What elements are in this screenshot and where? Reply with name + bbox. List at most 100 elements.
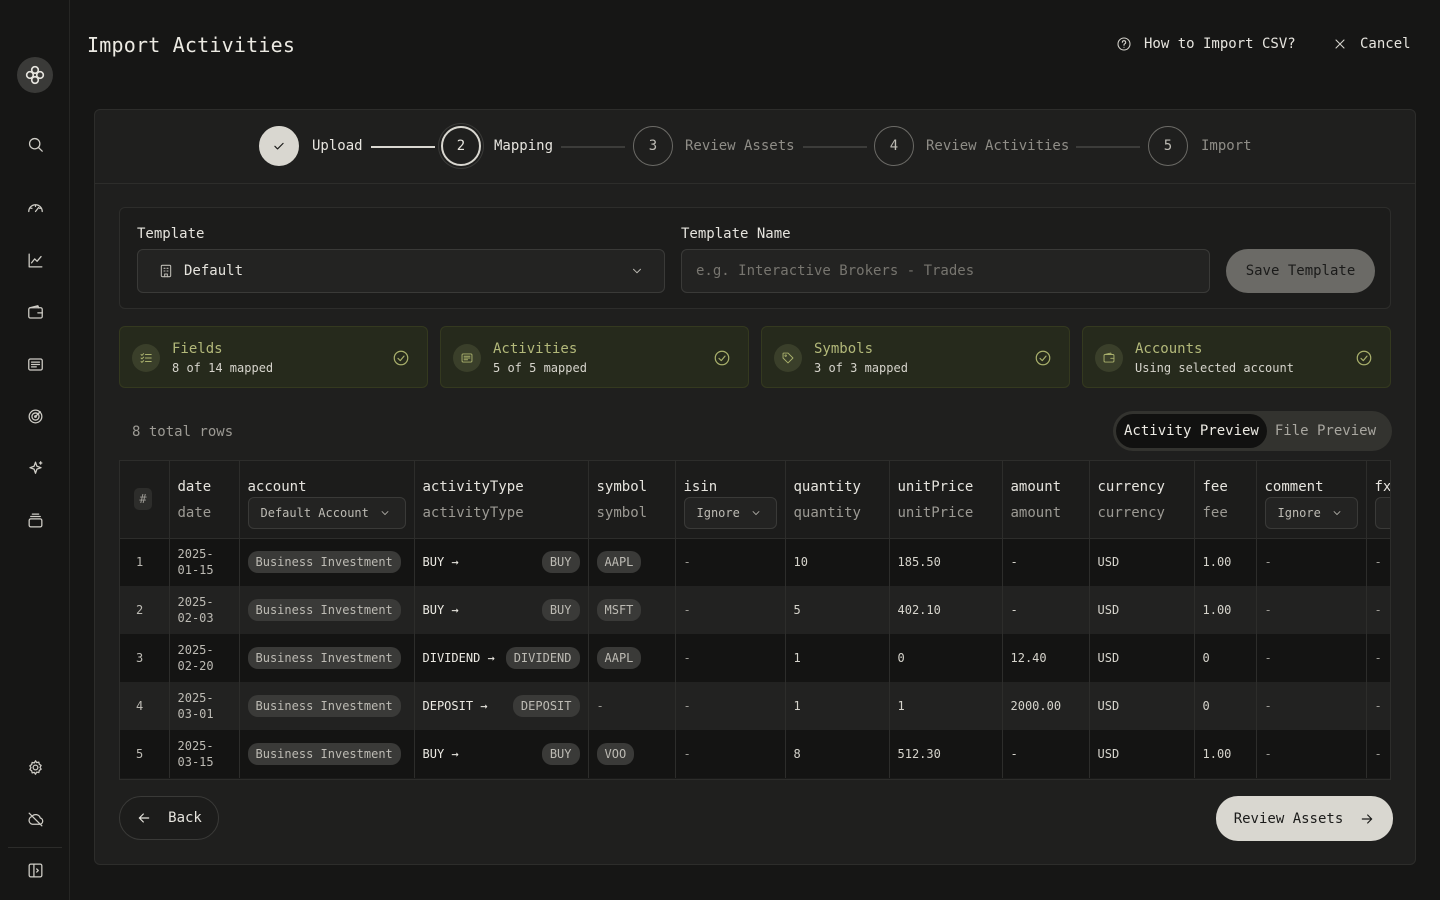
- wallet-icon[interactable]: [23, 300, 47, 324]
- step-connector: [1076, 146, 1140, 148]
- wallet-icon: [1095, 344, 1123, 372]
- dashboard-gauge-icon[interactable]: [23, 195, 47, 219]
- review-assets-button[interactable]: Review Assets: [1216, 796, 1393, 841]
- save-template-button[interactable]: Save Template: [1226, 249, 1375, 293]
- cell-index: 2: [120, 586, 170, 634]
- sidebar-divider: [8, 847, 62, 848]
- back-button[interactable]: Back: [119, 796, 219, 840]
- activity-type-badge: BUY: [541, 551, 580, 574]
- cell-comment: -: [1256, 730, 1367, 778]
- col-fx: fx: [1366, 461, 1391, 539]
- cell-account: Business Investment: [239, 634, 415, 682]
- column-mapping[interactable]: symbol: [597, 505, 648, 521]
- activity-list-icon[interactable]: [23, 352, 47, 376]
- cell-quantity: 1: [785, 634, 890, 682]
- table-row[interactable]: 3 2025-02-20 Business Investment DIVIDEND →…: [120, 634, 1390, 682]
- column-mapping[interactable]: date: [178, 505, 212, 521]
- symbol-badge: VOO: [596, 743, 635, 765]
- check-circle-icon: [392, 349, 410, 367]
- cloud-off-icon[interactable]: [23, 807, 47, 831]
- import-wizard-card: Upload 2 Mapping 3 Review Assets 4 Revie…: [94, 109, 1416, 865]
- step-label-review-activities: Review Activities: [926, 138, 1070, 154]
- template-name-input[interactable]: [681, 249, 1210, 293]
- target-icon[interactable]: [23, 404, 47, 428]
- cell-quantity: 1: [785, 682, 890, 730]
- table-header-row: # date date account Default Account acti…: [120, 461, 1391, 539]
- column-name: symbol: [596, 479, 648, 495]
- chevron-down-icon: [1333, 511, 1341, 516]
- column-mapping[interactable]: quantity: [794, 505, 861, 521]
- cell-date: 2025-02-20: [169, 634, 240, 682]
- help-link[interactable]: How to Import CSV?: [1116, 36, 1296, 52]
- summary-card-symbols[interactable]: Symbols 3 of 3 mapped: [761, 326, 1070, 388]
- cell-account: Business Investment: [239, 730, 415, 778]
- close-icon: [1335, 39, 1345, 49]
- app-logo[interactable]: [17, 57, 53, 93]
- table-row[interactable]: 5 2025-03-15 Business Investment BUY → BUY VO…: [120, 730, 1390, 778]
- summary-card-accounts[interactable]: Accounts Using selected account: [1082, 326, 1391, 388]
- summary-card-fields[interactable]: Fields 8 of 14 mapped: [119, 326, 428, 388]
- column-mapping[interactable]: currency: [1098, 505, 1165, 521]
- cell-currency: USD: [1089, 586, 1195, 634]
- cell-amount: -: [1002, 730, 1090, 778]
- cell-unit-price: 402.10: [889, 586, 1003, 634]
- col-isin: isin Ignore: [675, 461, 786, 539]
- sidebar-toggle-icon[interactable]: [23, 858, 47, 882]
- column-name: currency: [1097, 479, 1165, 495]
- fx-mapping-select[interactable]: [1374, 497, 1390, 529]
- account-mapping-select[interactable]: Default Account: [247, 497, 406, 529]
- isin-mapping-select[interactable]: Ignore: [683, 497, 777, 529]
- step-review-activities[interactable]: 4: [874, 126, 914, 166]
- template-section: Template Default Template Name Save Temp…: [119, 207, 1391, 309]
- cell-activity-type: BUY → BUY: [414, 538, 589, 586]
- cell-isin: -: [675, 538, 786, 586]
- template-select[interactable]: Default: [137, 249, 665, 293]
- cell-currency: USD: [1089, 682, 1195, 730]
- step-mapping[interactable]: 2: [441, 126, 481, 166]
- col-fee: fee fee: [1194, 461, 1257, 539]
- cell-amount: 12.40: [1002, 634, 1090, 682]
- step-label-import: Import: [1201, 138, 1252, 154]
- table-row[interactable]: 2 2025-02-03 Business Investment BUY → BUY MS…: [120, 586, 1390, 634]
- chart-line-icon[interactable]: [23, 248, 47, 272]
- table-row[interactable]: 4 2025-03-01 Business Investment DEPOSIT → D…: [120, 682, 1390, 730]
- cell-amount: 2000.00: [1002, 682, 1090, 730]
- step-upload-done[interactable]: [259, 126, 299, 166]
- chevron-down-icon: [752, 511, 760, 516]
- select-value: Ignore: [1277, 506, 1321, 520]
- column-mapping[interactable]: fee: [1203, 505, 1228, 521]
- cancel-button[interactable]: Cancel: [1332, 36, 1411, 52]
- column-mapping[interactable]: amount: [1011, 505, 1062, 521]
- summary-title: Activities: [493, 341, 578, 357]
- symbol-badge: MSFT: [596, 599, 642, 621]
- total-rows-text: 8 total rows: [132, 424, 234, 440]
- cancel-label: Cancel: [1360, 36, 1411, 52]
- cell-fee: 1.00: [1194, 730, 1257, 778]
- cell-date: 2025-01-15: [169, 538, 240, 586]
- tab-activity-preview[interactable]: Activity Preview: [1116, 414, 1267, 448]
- activity-raw: DEPOSIT →: [422, 699, 488, 713]
- step-import[interactable]: 5: [1148, 126, 1188, 166]
- step-label-upload: Upload: [312, 138, 363, 154]
- step-review-assets[interactable]: 3: [633, 126, 673, 166]
- comment-mapping-select[interactable]: Ignore: [1264, 497, 1358, 529]
- template-select-value: Default: [184, 263, 244, 279]
- sparkle-icon[interactable]: [23, 456, 47, 480]
- cell-index: 1: [120, 538, 170, 586]
- stack-icon[interactable]: [23, 508, 47, 532]
- column-mapping[interactable]: unitPrice: [898, 505, 974, 521]
- building-icon: [160, 264, 172, 278]
- summary-card-activities[interactable]: Activities 5 of 5 mapped: [440, 326, 749, 388]
- check-circle-icon: [1355, 349, 1373, 367]
- activity-type-badge: DEPOSIT: [512, 695, 580, 717]
- activity-type-badge: BUY: [541, 599, 580, 621]
- activity-type-badge: DIVIDEND: [505, 647, 580, 669]
- column-name: fx: [1374, 479, 1391, 495]
- column-mapping[interactable]: activityType: [423, 505, 524, 521]
- gear-icon[interactable]: [23, 755, 47, 779]
- tab-file-preview[interactable]: File Preview: [1267, 414, 1384, 448]
- cell-fx: -: [1366, 682, 1390, 730]
- search-icon[interactable]: [23, 132, 47, 156]
- table-row[interactable]: 1 2025-01-15 Business Investment BUY → BUY AA…: [120, 538, 1390, 586]
- step-connector: [803, 146, 867, 148]
